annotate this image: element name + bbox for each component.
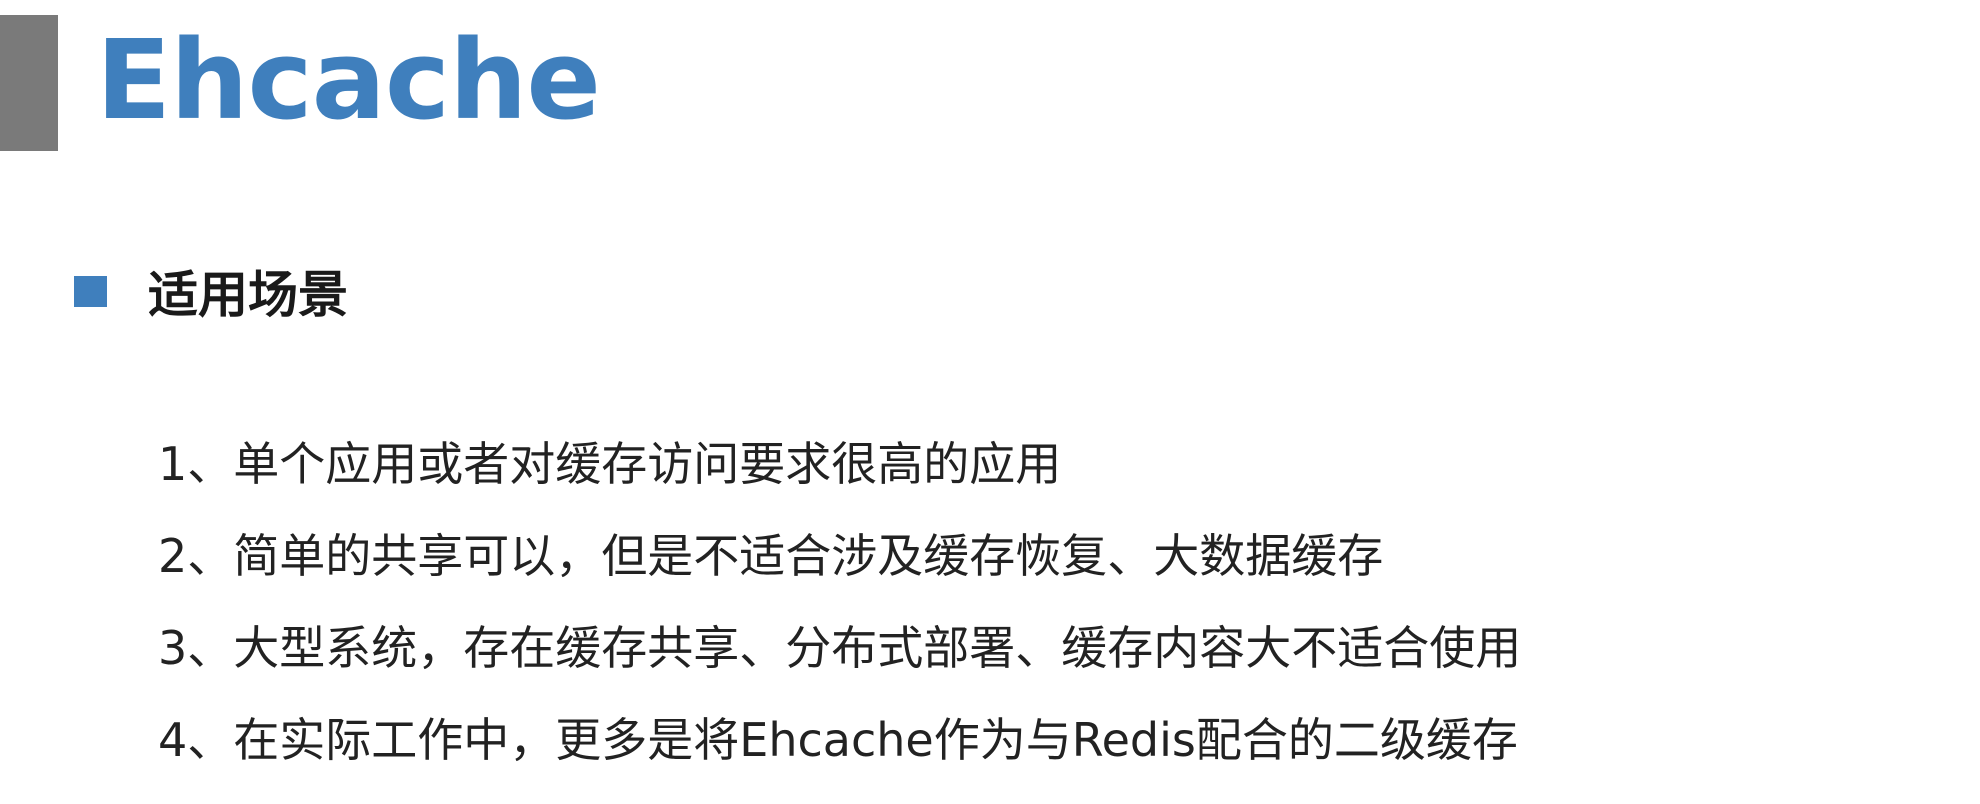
list-item: 1、单个应用或者对缓存访问要求很高的应用 xyxy=(158,437,1062,491)
list-item: 4、在实际工作中，更多是将Ehcache作为与Redis配合的二级缓存 xyxy=(158,713,1518,767)
list-item: 2、简单的共享可以，但是不适合涉及缓存恢复、大数据缓存 xyxy=(158,529,1384,583)
section-heading: 适用场景 xyxy=(74,256,348,326)
square-bullet-icon xyxy=(74,275,107,307)
title-accent-bar xyxy=(0,15,58,151)
section-label: 适用场景 xyxy=(148,266,348,324)
scenario-list: 1、单个应用或者对缓存访问要求很高的应用 2、简单的共享可以，但是不适合涉及缓存… xyxy=(158,418,1521,786)
page-title: Ehcache xyxy=(96,16,601,144)
list-item: 3、大型系统，存在缓存共享、分布式部署、缓存内容大不适合使用 xyxy=(158,621,1522,675)
